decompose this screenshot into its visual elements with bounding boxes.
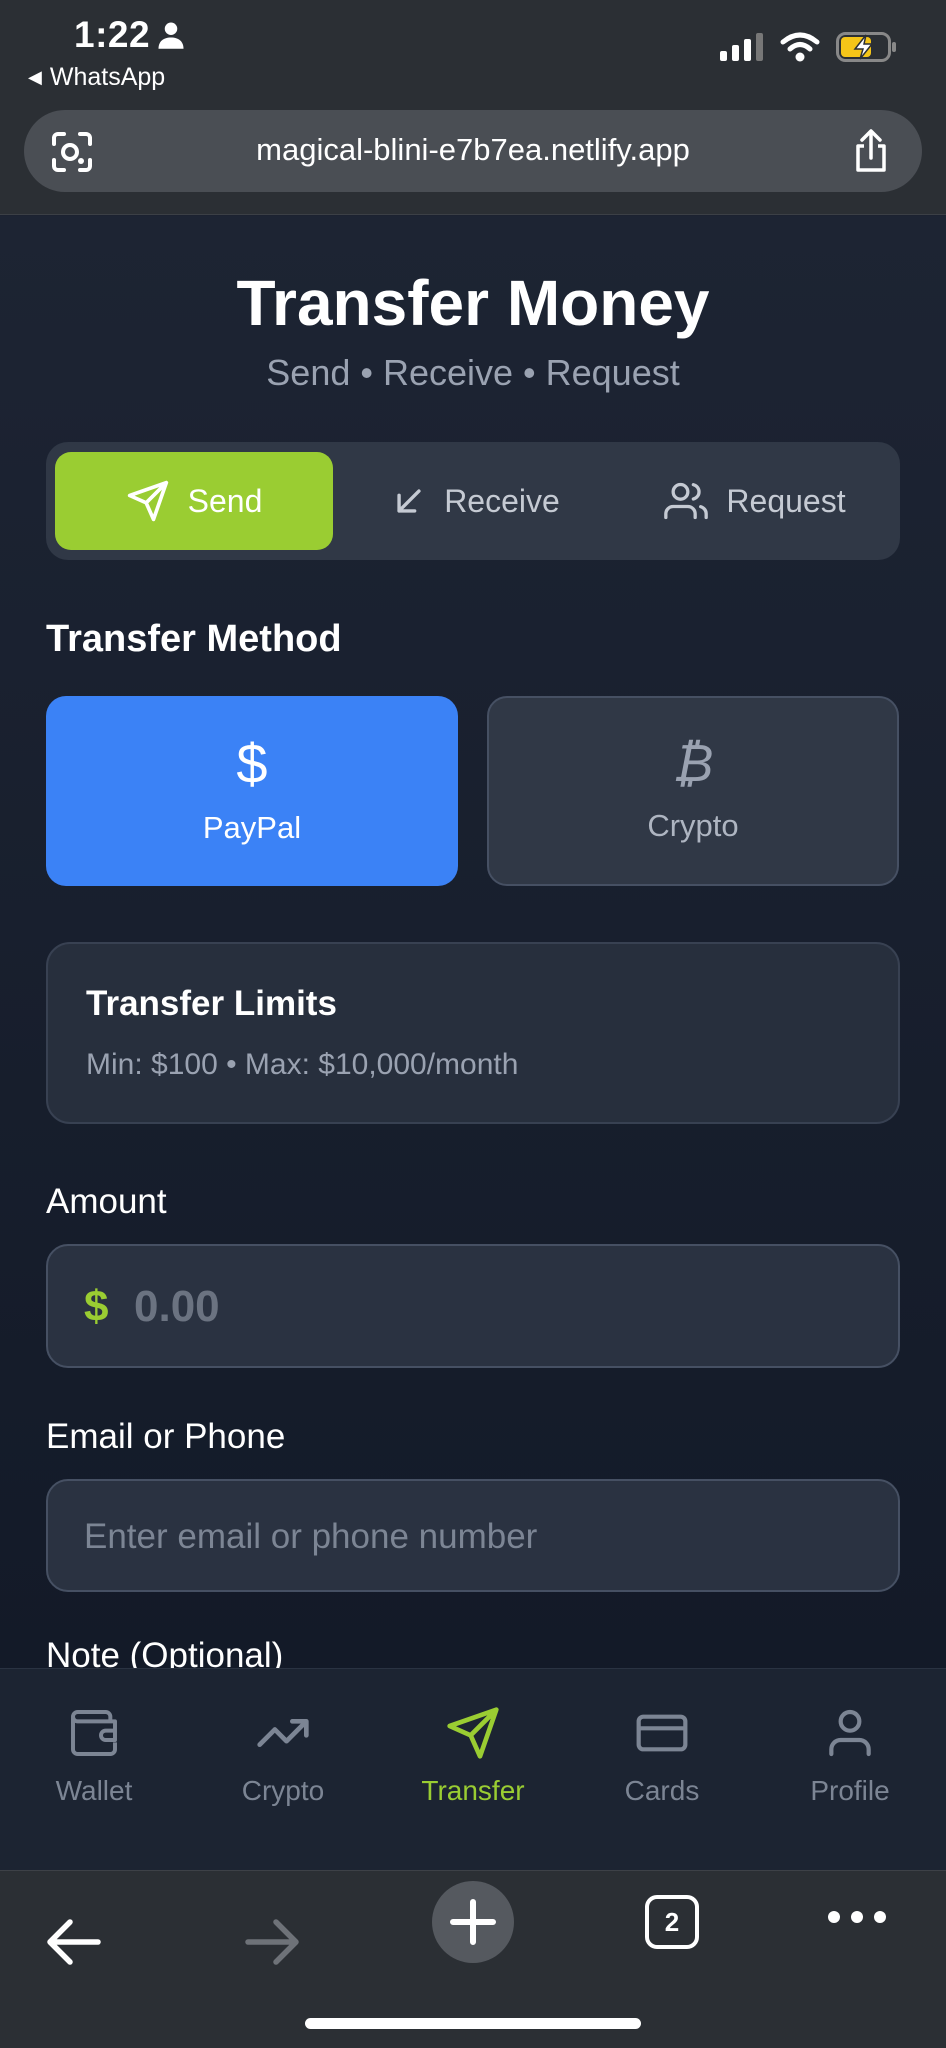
bitcoin-icon: ₿ — [672, 735, 714, 793]
send-icon — [127, 480, 168, 522]
signal-icon — [720, 33, 763, 61]
email-phone-input[interactable]: Enter email or phone number — [46, 1479, 900, 1592]
forward-arrow-icon[interactable] — [244, 1917, 302, 1972]
amount-placeholder: 0.00 — [134, 1282, 220, 1331]
new-tab-button[interactable] — [432, 1881, 514, 1963]
method-paypal-button[interactable]: $ PayPal — [46, 696, 458, 886]
send-icon — [447, 1707, 499, 1759]
page-title: Transfer Money — [236, 267, 710, 339]
status-icons — [720, 32, 898, 62]
limits-text: Min: $100 • Max: $10,000/month — [86, 1048, 519, 1081]
transfer-method-heading: Transfer Method — [46, 618, 342, 660]
person-icon — [156, 20, 186, 55]
nav-transfer[interactable]: Transfer — [383, 1705, 563, 1807]
address-bar[interactable]: magical-blini-e7b7ea.netlify.app — [24, 110, 922, 192]
dollar-icon: $ — [236, 732, 268, 795]
status-time: 1:22 — [74, 14, 151, 55]
back-arrow-icon[interactable] — [44, 1917, 102, 1972]
nav-crypto[interactable]: Crypto — [193, 1705, 373, 1807]
battery-charging-icon — [836, 32, 896, 62]
credit-card-icon — [636, 1714, 688, 1752]
contact-placeholder: Enter email or phone number — [84, 1517, 538, 1556]
page-subtitle: Send • Receive • Request — [266, 352, 680, 393]
nav-profile[interactable]: Profile — [760, 1705, 940, 1807]
users-icon — [664, 482, 709, 520]
nav-cards-label: Cards — [624, 1775, 700, 1806]
contact-label: Email or Phone — [46, 1417, 286, 1456]
tab-receive-label: Receive — [444, 482, 560, 519]
tab-send[interactable]: Send — [55, 452, 333, 550]
nav-crypto-label: Crypto — [241, 1775, 325, 1806]
share-icon[interactable] — [850, 128, 892, 179]
user-icon — [829, 1709, 871, 1757]
tab-request[interactable]: Request — [618, 452, 892, 550]
nav-cards[interactable]: Cards — [572, 1705, 752, 1807]
tab-send-label: Send — [187, 482, 263, 519]
amount-label: Amount — [46, 1182, 167, 1221]
more-options-icon[interactable] — [828, 1911, 886, 1923]
browser-chrome: 1:22 ◀ WhatsApp magical-blini-e7b7ea.net… — [0, 0, 946, 215]
tab-request-label: Request — [726, 482, 846, 519]
home-indicator — [305, 2018, 641, 2029]
back-triangle-icon: ◀ — [28, 67, 42, 87]
currency-symbol: $ — [84, 1282, 109, 1331]
url-text: magical-blini-e7b7ea.netlify.app — [256, 132, 690, 167]
nav-transfer-label: Transfer — [421, 1775, 525, 1806]
arrow-down-left-icon — [397, 489, 421, 513]
wallet-icon — [71, 1710, 117, 1756]
back-app-label: WhatsApp — [49, 63, 166, 91]
transfer-limits-card: Transfer Limits Min: $100 • Max: $10,000… — [46, 942, 900, 1124]
amount-input[interactable]: $ 0.00 — [46, 1244, 900, 1368]
method-crypto-button[interactable]: ₿ Crypto — [487, 696, 899, 886]
bottom-nav: Wallet Crypto Transfer Cards Profile — [0, 1668, 946, 1870]
transfer-page: Transfer Money Send • Receive • Request … — [0, 216, 946, 1675]
tab-receive[interactable]: Receive — [341, 452, 611, 550]
nav-wallet[interactable]: Wallet — [4, 1705, 184, 1807]
trending-up-icon — [257, 1719, 309, 1747]
transfer-mode-tabs: Send Receive Request — [46, 442, 900, 560]
method-crypto-label: Crypto — [647, 808, 739, 843]
method-paypal-label: PayPal — [202, 810, 302, 845]
plus-icon — [450, 1899, 496, 1945]
wifi-icon — [780, 32, 820, 62]
limits-title: Transfer Limits — [86, 984, 337, 1023]
tab-switcher-button[interactable]: 2 — [645, 1895, 699, 1949]
nav-profile-label: Profile — [810, 1775, 890, 1806]
back-to-app-link[interactable]: ◀ WhatsApp — [28, 63, 165, 92]
tab-count: 2 — [664, 1906, 680, 1937]
nav-wallet-label: Wallet — [55, 1775, 133, 1806]
